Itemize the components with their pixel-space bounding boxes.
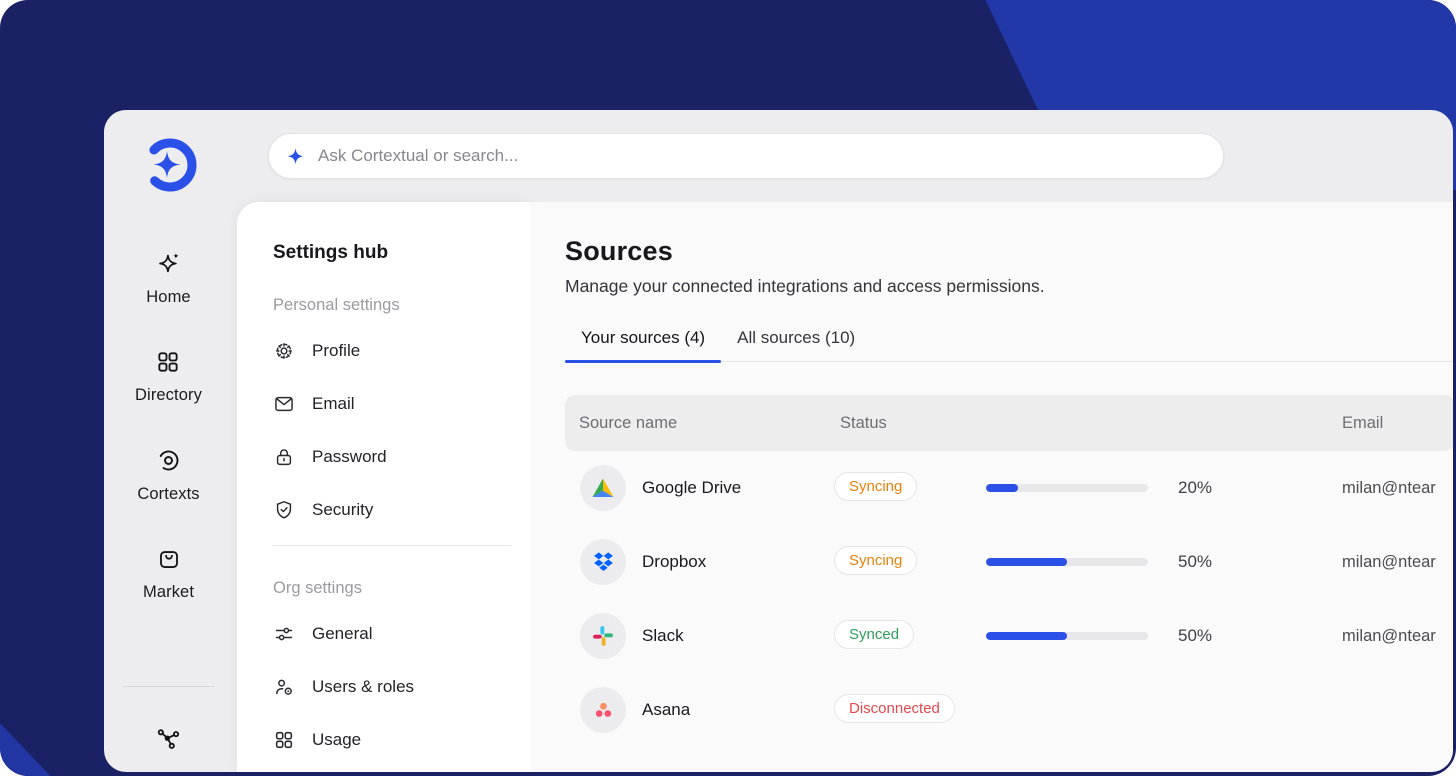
cortextual-logo[interactable] (104, 136, 233, 196)
global-search[interactable] (268, 133, 1224, 179)
screenshot-stage: Home Directory Cortexts Market Ask Corte… (0, 0, 1456, 776)
menu-item-email[interactable]: Email (273, 377, 511, 430)
sidebar-item-home[interactable]: Home (146, 250, 191, 307)
source-name: Dropbox (642, 552, 707, 571)
sidebar-nav: Home Directory Cortexts Market (104, 250, 233, 602)
sidebar-divider (122, 686, 215, 687)
envelope-icon (275, 396, 293, 411)
icon-sidebar: Home Directory Cortexts Market (104, 110, 233, 772)
gear-icon (276, 342, 292, 359)
menu-item-general[interactable]: General (273, 607, 511, 660)
user-gear-icon (276, 679, 292, 695)
owner-email: milan@ntear (1342, 552, 1436, 571)
dropbox-icon (593, 552, 613, 571)
menu-item-label: Usage (312, 729, 362, 749)
lock-icon (276, 448, 292, 465)
section-label-personal: Personal settings (273, 296, 400, 314)
status-badge: Synced (834, 620, 915, 649)
sources-page: Sources Manage your connected integratio… (531, 202, 1453, 772)
settings-hub-panel: Settings hub Personal settings Profile E… (237, 202, 531, 772)
progress-track (986, 558, 1148, 566)
sidebar-item-market[interactable]: Market (143, 546, 194, 602)
owner-email: milan@ntear (1342, 626, 1436, 645)
bag-icon (159, 551, 178, 568)
source-name: Google Drive (642, 478, 742, 497)
menu-item-password[interactable]: Password (273, 430, 511, 483)
sources-table: Source name Status Email Google Drive Sy… (565, 395, 1453, 747)
table-row-slack[interactable]: Slack Synced 50% milan@ntear (565, 599, 1453, 673)
menu-item-label: Users & roles (312, 676, 415, 696)
column-header-status: Status (840, 413, 887, 432)
table-row-dropbox[interactable]: Dropbox Syncing 50% milan@ntear (565, 525, 1453, 599)
sidebar-item-label: Directory (135, 386, 202, 404)
backdrop-corner-accent (0, 723, 51, 776)
source-name: Asana (642, 700, 691, 719)
tab-your-sources[interactable]: Your sources (4) (565, 328, 722, 363)
menu-item-users-roles[interactable]: Users & roles (273, 660, 511, 713)
progress-percent: 50% (1178, 626, 1213, 645)
sources-tabs: Your sources (4) All sources (10) (565, 328, 1453, 363)
personal-settings-menu: Profile Email Password Security (273, 324, 511, 536)
progress-fill (986, 632, 1067, 640)
sparkle-icon (159, 253, 179, 273)
grid-icon (158, 352, 179, 372)
progress-fill (986, 558, 1067, 566)
sidebar-item-label: Cortexts (137, 485, 200, 503)
google-drive-icon (592, 478, 614, 497)
table-header: Source name Status Email (565, 395, 1453, 451)
menu-item-label: Security (312, 499, 374, 519)
sidebar-item-cortexts[interactable]: Cortexts (137, 447, 200, 504)
progress-fill (986, 484, 1019, 492)
menu-item-usage[interactable]: Usage (273, 713, 511, 766)
avatar (580, 539, 626, 585)
progress-percent: 50% (1178, 552, 1213, 571)
shield-check-icon (276, 500, 292, 519)
avatar (580, 687, 626, 733)
owner-email: milan@ntear (1342, 478, 1436, 497)
asana-icon (595, 702, 611, 717)
tab-all-sources[interactable]: All sources (10) (721, 328, 871, 361)
org-settings-menu: General Users & roles Usage (273, 607, 511, 766)
avatar (580, 613, 626, 659)
sliders-icon (275, 627, 293, 640)
search-input[interactable] (318, 146, 1207, 166)
cortextual-logo-icon (143, 138, 196, 192)
progress-track (986, 632, 1148, 640)
sidebar-item-directory[interactable]: Directory (135, 349, 202, 405)
avatar (580, 465, 626, 511)
menu-item-label: Profile (312, 340, 361, 360)
status-badge: Disconnected (834, 694, 955, 723)
table-row-google-drive[interactable]: Google Drive Syncing 20% milan@ntear (565, 451, 1453, 525)
page-title: Sources (565, 236, 673, 266)
section-label-org: Org settings (273, 579, 362, 597)
source-name: Slack (642, 626, 684, 645)
progress-percent: 20% (1178, 478, 1213, 497)
status-badge: Syncing (834, 472, 918, 501)
slack-icon (593, 626, 613, 646)
network-icon (157, 729, 180, 749)
sidebar-item-label: Home (146, 288, 191, 306)
settings-divider (273, 545, 511, 546)
menu-item-label: Password (312, 446, 387, 466)
column-header-source-name: Source name (579, 413, 678, 432)
app-window: Home Directory Cortexts Market Ask Corte… (104, 110, 1453, 772)
menu-item-profile[interactable]: Profile (273, 324, 511, 377)
menu-item-security[interactable]: Security (273, 483, 511, 536)
ai-sparkle-icon (287, 147, 304, 164)
sidebar-item-connections[interactable] (104, 724, 233, 751)
status-badge: Syncing (834, 546, 918, 575)
menu-item-label: Email (312, 393, 355, 413)
settings-hub-title: Settings hub (273, 242, 389, 263)
page-subtitle: Manage your connected integrations and a… (565, 276, 1045, 296)
table-row-asana[interactable]: Asana Disconnected (565, 673, 1453, 747)
menu-item-label: General (312, 623, 373, 643)
sync-progress: 20% (986, 451, 1212, 525)
sync-progress: 50% (986, 599, 1212, 673)
grid-icon (275, 731, 293, 748)
sidebar-item-label: Market (142, 583, 195, 601)
column-header-email: Email (1342, 413, 1384, 432)
disc-icon (158, 450, 179, 471)
sync-progress: 50% (986, 525, 1212, 599)
progress-track (986, 484, 1148, 492)
